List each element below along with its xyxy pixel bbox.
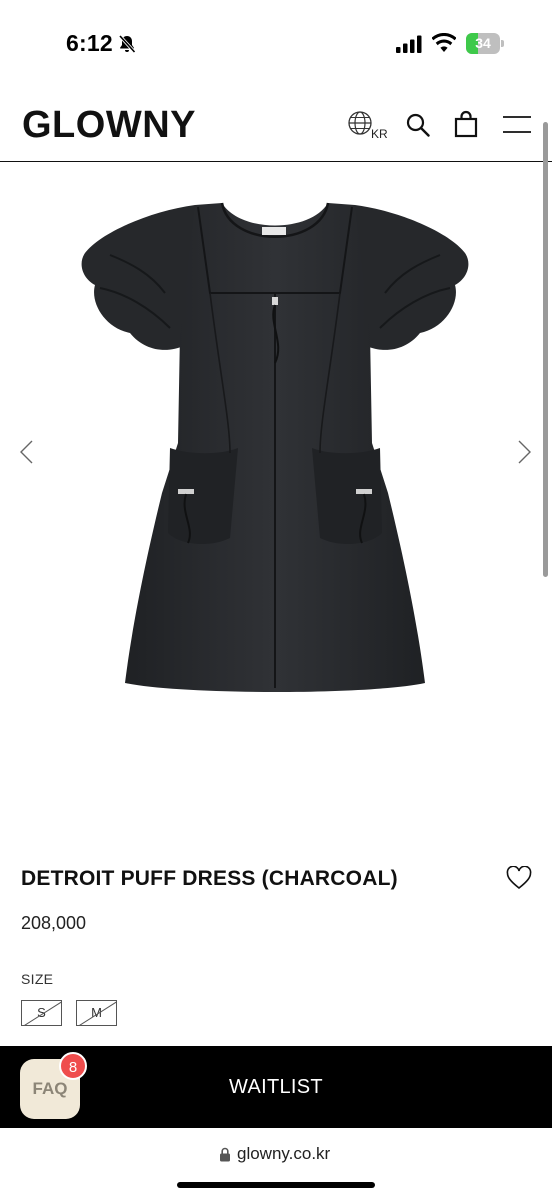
arrow-left-icon[interactable] — [16, 439, 38, 465]
brand-logo[interactable]: GLOWNY — [22, 104, 196, 147]
status-time: 6:12 — [66, 30, 113, 56]
lock-icon — [220, 1147, 230, 1162]
language-selector[interactable]: KR — [347, 110, 391, 144]
faq-notification-badge: 8 — [59, 1052, 87, 1080]
product-price: 208,000 — [21, 913, 87, 933]
arrow-right-icon[interactable] — [513, 439, 535, 465]
site-header: GLOWNY KR — [0, 90, 552, 162]
wishlist-heart-icon[interactable] — [506, 866, 532, 890]
product-title: DETROIT PUFF DRESS (CHARCOAL) — [21, 867, 398, 890]
size-option-s-soldout[interactable]: S — [21, 1000, 62, 1026]
search-icon[interactable] — [405, 112, 431, 138]
product-gallery[interactable] — [0, 163, 552, 818]
strikethrough-line — [24, 1001, 61, 1025]
home-indicator[interactable] — [177, 1182, 375, 1188]
menu-icon[interactable] — [502, 114, 532, 136]
status-bar: 6:12 34 — [0, 0, 552, 90]
strikethrough-line — [79, 1001, 116, 1025]
globe-icon — [348, 111, 372, 135]
browser-address-bar[interactable]: glowny.co.kr — [0, 1128, 552, 1200]
size-label: SIZE — [21, 971, 54, 987]
size-option-m-soldout[interactable]: M — [76, 1000, 117, 1026]
product-image-dress[interactable] — [70, 193, 480, 713]
wifi-icon — [432, 33, 456, 52]
shopping-bag-icon[interactable] — [453, 110, 479, 138]
battery-percent: 34 — [475, 35, 491, 51]
cellular-signal-icon — [396, 35, 422, 53]
language-code: KR — [371, 127, 388, 141]
url-text[interactable]: glowny.co.kr — [237, 1144, 330, 1164]
battery-indicator: 34 — [466, 33, 504, 54]
bell-muted-icon — [118, 34, 136, 54]
page-scrollbar[interactable] — [543, 122, 548, 577]
